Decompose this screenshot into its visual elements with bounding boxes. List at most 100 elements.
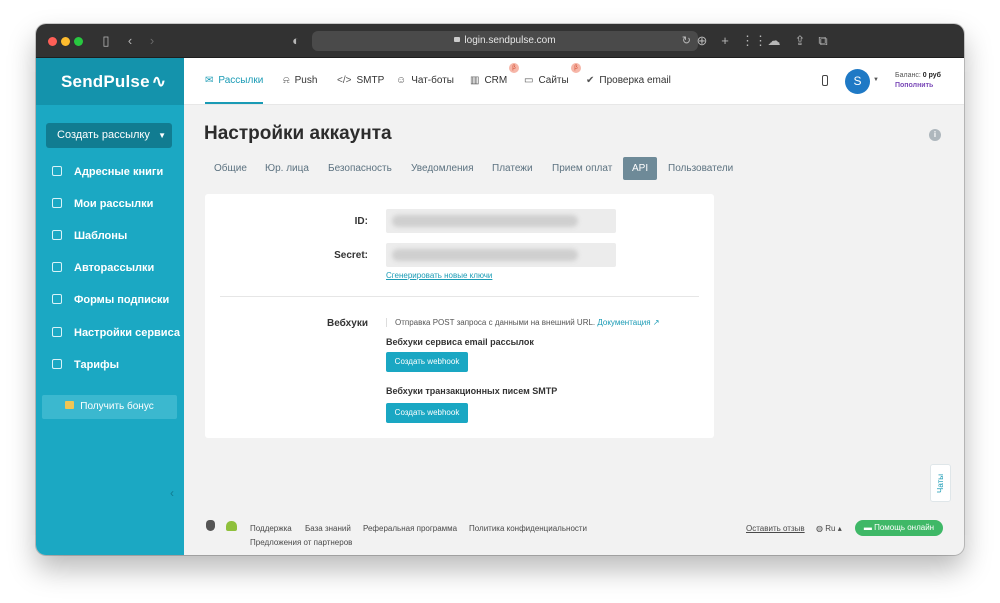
privacy-shield-icon[interactable]: ◐ — [289, 32, 303, 50]
back-icon[interactable]: ‹ — [124, 32, 136, 50]
tab-legal-entities[interactable]: Юр. лица — [265, 157, 309, 180]
sidebar-item-address-books[interactable]: Адресные книги — [52, 163, 163, 181]
globe-icon: ◍ — [816, 524, 823, 533]
footer-link-support[interactable]: Поддержка — [250, 524, 292, 533]
sidebar-item-label: Мои рассылки — [74, 198, 154, 210]
topnav-item-crm[interactable]: ▥ CRM — [470, 58, 507, 104]
topnav-item-email-verification[interactable]: ✔ Проверка email — [586, 58, 671, 104]
tab-users[interactable]: Пользователи — [668, 157, 733, 180]
generate-keys-link[interactable]: Сгенерировать новые ключи — [386, 271, 492, 280]
tab-notifications[interactable]: Уведомления — [411, 157, 474, 180]
topnav-item-smtp[interactable]: </> SMTP — [337, 58, 384, 104]
apple-icon[interactable] — [206, 520, 215, 531]
chat-bubble-icon: ▬ — [863, 523, 872, 532]
footer-link-privacy[interactable]: Политика конфиденциальности — [469, 524, 587, 533]
downloads-icon[interactable]: ⊕ — [695, 32, 709, 50]
avatar[interactable]: S — [845, 69, 870, 94]
get-bonus-label: Получить бонус — [80, 401, 154, 412]
zoom-window-button[interactable] — [74, 37, 83, 46]
sidebar: SendPulse ∿ Создать рассылку ▼ Адресные кн… — [36, 58, 184, 555]
top-navigation: ✉ Рассылки ⍾ Push </> SMTP ☺ Чат-боты ▥ CRM β… — [184, 58, 964, 105]
sidebar-toggle-icon[interactable]: ▯ — [99, 32, 113, 50]
campaigns-icon — [52, 198, 62, 208]
balance-label: Баланс: — [895, 72, 921, 79]
android-icon[interactable] — [226, 521, 237, 531]
redacted-value — [392, 215, 578, 227]
top-up-link[interactable]: Пополнить — [895, 82, 933, 89]
reload-icon[interactable]: ↻ — [682, 31, 691, 51]
url-text: login.sendpulse.com — [464, 35, 556, 46]
footer-link-partners[interactable]: Предложения от партнеров — [250, 538, 352, 547]
forward-icon[interactable]: › — [146, 32, 158, 50]
templates-icon — [52, 230, 62, 240]
sidebar-item-settings[interactable]: Настройки сервиса — [52, 324, 180, 342]
footer-link-knowledge-base[interactable]: База знаний — [305, 524, 351, 533]
api-secret-label: Secret: — [334, 250, 368, 261]
sidebar-item-automation[interactable]: Авторассылки — [52, 259, 154, 277]
automation-icon — [52, 262, 62, 272]
topnav-item-sites[interactable]: ▭ Сайты — [524, 58, 569, 104]
caret-down-icon: ▼ — [158, 131, 166, 140]
footer-link-referral[interactable]: Реферальная программа — [363, 524, 457, 533]
info-icon[interactable]: i — [929, 129, 941, 141]
cloud-icon[interactable]: ☁ — [766, 32, 782, 50]
chevron-down-icon[interactable]: ▼ — [873, 77, 879, 83]
lock-icon — [454, 37, 461, 42]
leave-feedback-link[interactable]: Оставить отзыв — [746, 524, 805, 533]
minimize-window-button[interactable] — [61, 37, 70, 46]
api-secret-field[interactable] — [386, 243, 616, 267]
share-icon[interactable]: ⇪ — [793, 32, 807, 50]
webhooks-note-text: Отправка POST запроса с данными на внешн… — [395, 318, 596, 327]
api-settings-card: ID: Secret: Сгенерировать новые ключи Ве… — [205, 194, 714, 438]
balance-value: 0 руб — [922, 72, 941, 79]
api-id-field[interactable] — [386, 209, 616, 233]
create-smtp-webhook-button[interactable]: Создать webhook — [386, 403, 468, 423]
create-campaign-button[interactable]: Создать рассылку ▼ — [46, 123, 172, 148]
tab-general[interactable]: Общие — [214, 157, 247, 180]
tabs-overview-icon[interactable]: ⧉ — [816, 32, 830, 50]
online-help-button[interactable]: ▬ Помощь онлайн — [855, 520, 943, 536]
documentation-link[interactable]: Документация ↗ — [597, 318, 659, 327]
language-selector[interactable]: ◍ Ru ▴ — [816, 524, 842, 533]
chats-tab[interactable]: Чаты — [930, 464, 951, 502]
get-bonus-button[interactable]: Получить бонус — [42, 395, 177, 419]
mobile-app-icon[interactable] — [822, 75, 828, 86]
sidebar-item-label: Тарифы — [74, 359, 120, 371]
bell-icon: ⍾ — [283, 75, 290, 86]
grid-icon[interactable]: ⋮⋮ — [741, 32, 767, 50]
tab-api[interactable]: API — [623, 157, 658, 180]
tab-payments[interactable]: Платежи — [492, 157, 533, 180]
crm-icon: ▥ — [470, 75, 480, 86]
sidebar-item-campaigns[interactable]: Мои рассылки — [52, 195, 153, 213]
topnav-item-label: Проверка email — [599, 75, 671, 86]
address-bar[interactable]: login.sendpulse.com ↻ — [312, 31, 698, 51]
topnav-item-label: CRM — [484, 75, 508, 86]
external-link-icon: ↗ — [652, 318, 660, 327]
sidebar-item-templates[interactable]: Шаблоны — [52, 227, 127, 245]
forms-icon — [52, 294, 62, 304]
create-campaign-label: Создать рассылку — [57, 129, 150, 141]
sidebar-item-pricing[interactable]: Тарифы — [52, 356, 119, 374]
create-email-webhook-button[interactable]: Создать webhook — [386, 352, 468, 372]
pricing-icon — [52, 359, 62, 369]
tab-payment-acceptance[interactable]: Прием оплат — [552, 157, 612, 180]
api-id-label: ID: — [354, 216, 368, 227]
documentation-link-label: Документация — [597, 318, 651, 327]
chatbot-icon: ☺ — [396, 75, 407, 86]
topnav-item-push[interactable]: ⍾ Push — [283, 58, 317, 104]
brand-name: SendPulse — [61, 72, 150, 91]
topnav-item-campaigns[interactable]: ✉ Рассылки — [205, 58, 264, 104]
topnav-item-label: Сайты — [538, 75, 569, 86]
logo[interactable]: SendPulse ∿ — [36, 58, 184, 105]
gift-icon — [65, 401, 75, 409]
tab-security[interactable]: Безопасность — [328, 157, 392, 180]
email-webhooks-title: Вебхуки сервиса email рассылок — [386, 337, 534, 347]
page-title: Настройки аккаунта — [204, 123, 392, 144]
collapse-sidebar-icon[interactable]: ‹ — [170, 486, 174, 500]
sites-icon: ▭ — [524, 75, 534, 86]
close-window-button[interactable] — [48, 37, 57, 46]
topnav-item-chatbots[interactable]: ☺ Чат-боты — [396, 58, 454, 104]
address-book-icon — [52, 166, 62, 176]
new-tab-icon[interactable]: + — [718, 32, 732, 50]
sidebar-item-forms[interactable]: Формы подписки — [52, 291, 169, 309]
